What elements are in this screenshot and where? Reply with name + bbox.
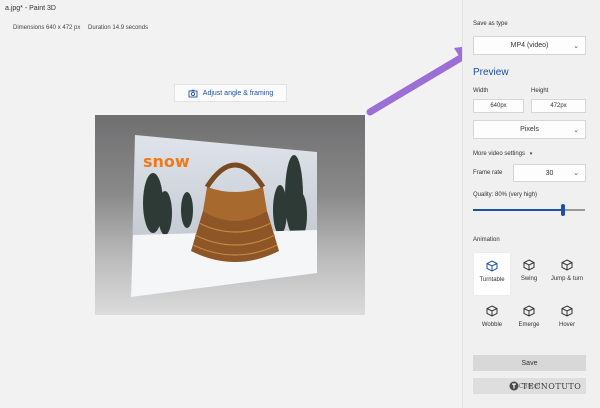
quality-slider-thumb[interactable] [560,204,565,216]
height-label: Height [531,88,549,94]
animation-label: Jump & turn [550,276,584,282]
more-settings-label: More video settings [473,151,526,157]
frame-rate-label: Frame rate [473,170,503,176]
units-dropdown[interactable]: Pixels ⌄ [473,120,586,139]
preview-stage: snow [95,115,365,315]
animation-turntable[interactable]: Turntable [473,252,511,296]
hover-icon [561,305,573,317]
dimensions-text: Dimensions 640 x 472 px [13,25,81,31]
watermark-emblem-icon [509,381,519,391]
chevron-down-icon: ⌄ [573,42,579,50]
more-video-settings-toggle[interactable]: More video settings ▾ [473,151,532,157]
preview-scene: snow [131,135,317,297]
swing-icon [523,259,535,271]
snow-photo-text: snow [143,152,190,171]
preview-title: Preview [473,67,509,78]
quality-label: Quality: 80% (very high) [473,192,538,198]
height-input[interactable]: 472px [531,99,586,113]
animation-label: Emerge [518,322,540,328]
caret-down-icon: ▾ [529,151,533,157]
frame-rate-value: 30 [545,169,554,177]
save-as-type-value: MP4 (video) [510,42,549,49]
quality-slider[interactable] [473,204,585,216]
save-as-type-dropdown[interactable]: MP4 (video) ⌄ [473,36,586,55]
jump-turn-icon [561,259,573,271]
animation-label: Hover [558,322,575,328]
quality-slider-fill [473,209,563,211]
duration-text: Duration 14.9 seconds [88,25,149,31]
watermark-logo: TECNOTUTO [509,381,581,391]
animation-label: Turntable [479,277,505,283]
turntable-icon [486,260,498,272]
emerge-icon [523,305,535,317]
width-input[interactable]: 640px [473,99,524,113]
animation-label: Animation [473,237,500,243]
animation-hover[interactable]: Hover [548,298,586,342]
units-value: Pixels [520,126,539,133]
chevron-down-icon: ⌄ [573,170,579,177]
window-title: a.jpg* - Paint 3D [5,5,56,12]
animation-wobble[interactable]: Wobble [473,298,511,342]
animation-swing[interactable]: Swing [510,252,548,296]
save-as-type-label: Save as type [473,21,508,27]
chevron-down-icon: ⌄ [573,126,579,134]
wobble-icon [486,305,498,317]
save-button[interactable]: Save [473,355,586,371]
file-info: Dimensions 640 x 472 px Duration 14.9 se… [13,25,154,31]
adjust-angle-label: Adjust angle & framing [202,89,274,97]
animation-emerge[interactable]: Emerge [510,298,548,342]
export-panel [462,0,600,408]
animation-label: Swing [520,276,538,282]
watermark-text: TECNOTUTO [522,381,582,391]
width-label: Width [473,88,489,94]
frame-rate-dropdown[interactable]: 30 ⌄ [513,164,586,182]
adjust-angle-button[interactable]: Adjust angle & framing [174,84,287,102]
animation-label: Wobble [481,322,503,328]
animation-jump-turn[interactable]: Jump & turn [548,252,586,296]
camera-icon [188,89,198,98]
